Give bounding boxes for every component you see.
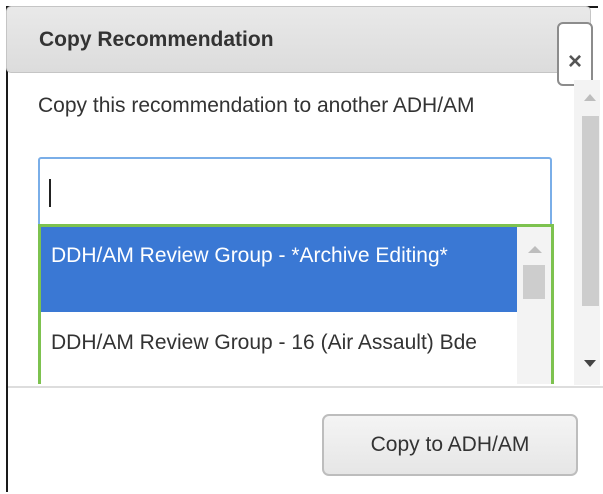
dialog-title: Copy Recommendation [39, 28, 274, 51]
options-scrollbar[interactable] [517, 227, 551, 384]
list-item[interactable]: DDH/AM Review Group - 16 (Air Assault) B… [41, 315, 517, 384]
options-scrollbar-thumb[interactable] [523, 265, 545, 299]
list-item-selected[interactable]: DDH/AM Review Group - *Archive Editing* [41, 227, 517, 312]
dialog-scrollbar[interactable] [574, 80, 600, 385]
adh-am-options-list[interactable]: DDH/AM Review Group - *Archive Editing* … [38, 224, 554, 384]
adh-am-search-input[interactable] [38, 157, 552, 227]
close-button[interactable]: × [557, 22, 593, 86]
footer-divider [8, 386, 603, 388]
scrollbar-thumb[interactable] [582, 116, 599, 306]
options-scroll-up-icon[interactable] [528, 246, 542, 253]
dialog-title-bar: Copy Recommendation [6, 6, 591, 73]
scroll-down-icon[interactable] [584, 360, 596, 367]
copy-to-adh-am-button[interactable]: Copy to ADH/AM [322, 414, 578, 476]
scroll-up-icon[interactable] [584, 94, 596, 101]
close-icon: × [567, 48, 582, 75]
text-caret [49, 179, 51, 207]
copy-prompt-label: Copy this recommendation to another ADH/… [38, 94, 475, 117]
